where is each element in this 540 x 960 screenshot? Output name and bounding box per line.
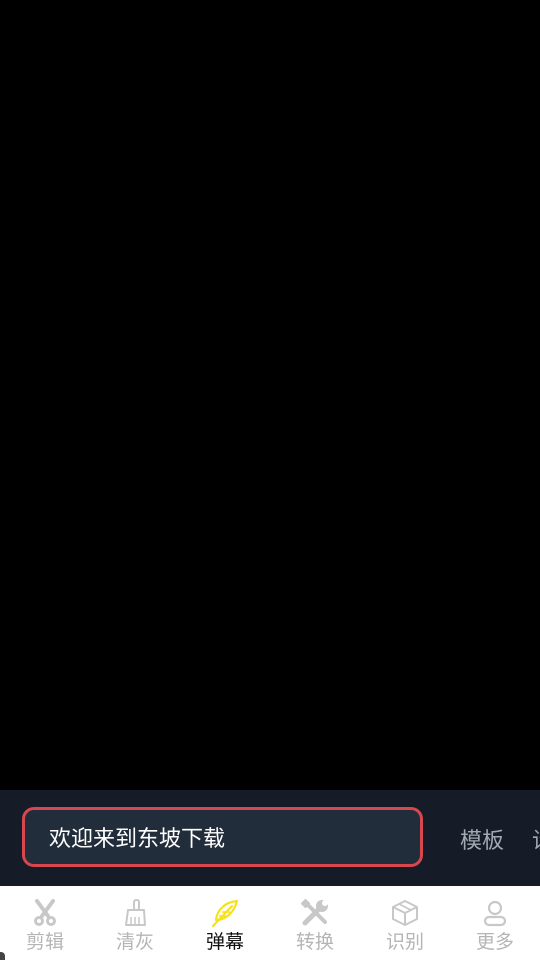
tab-edit-label: 剪辑 <box>25 931 64 953</box>
tab-danmaku-label: 弹幕 <box>205 931 244 953</box>
brush-icon <box>125 899 146 926</box>
danmaku-text-input[interactable]: 欢迎来到东坡下载 <box>22 807 423 867</box>
feather-icon <box>211 899 239 928</box>
danmaku-text-value: 欢迎来到东坡下载 <box>49 827 226 852</box>
danmaku-preview <box>0 0 540 790</box>
tab-convert-label: 转换 <box>295 931 334 953</box>
cube-icon <box>392 900 418 926</box>
tab-more[interactable]: 更多 <box>450 886 540 960</box>
tab-danmaku[interactable]: 弹幕 <box>180 886 270 960</box>
user-icon <box>483 900 507 927</box>
tab-recognize-label: 识别 <box>385 931 424 953</box>
corner-handle <box>0 952 5 960</box>
app-screen: 欢迎来到东坡下载 模板 设 剪辑 清灰 <box>0 0 540 960</box>
tab-recognize[interactable]: 识别 <box>360 886 450 960</box>
scissors-icon <box>34 899 56 926</box>
tab-edit[interactable]: 剪辑 <box>0 886 90 960</box>
danmaku-input-bar: 欢迎来到东坡下载 模板 设 <box>0 790 540 886</box>
bottom-tab-bar: 剪辑 清灰 弹幕 转换 识别 更多 <box>0 886 540 960</box>
tab-more-label: 更多 <box>475 931 514 953</box>
tab-convert[interactable]: 转换 <box>270 886 360 960</box>
template-button[interactable]: 模板 <box>460 823 504 855</box>
tab-clean-label: 清灰 <box>115 931 154 953</box>
tab-clean[interactable]: 清灰 <box>90 886 180 960</box>
wrench-icon <box>300 898 328 926</box>
settings-button[interactable]: 设 <box>532 823 540 855</box>
